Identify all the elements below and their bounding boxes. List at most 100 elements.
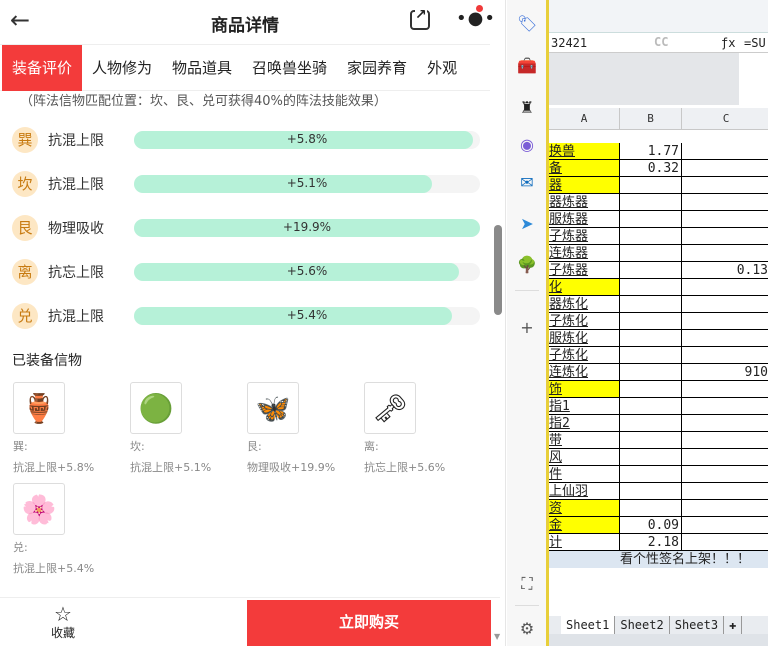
cell-a[interactable]: 器 <box>549 177 620 194</box>
item-image-icon[interactable]: 🏺 <box>13 382 65 434</box>
banner-cell[interactable]: 看个性签名上架！！！ <box>620 551 750 568</box>
cell-a[interactable]: 金 <box>549 517 620 534</box>
add-icon[interactable]: + <box>517 318 537 338</box>
cell-c[interactable] <box>682 279 768 296</box>
equipped-item[interactable]: 🗝 离: 抗忘上限+5.6% <box>364 382 474 475</box>
cell-c[interactable] <box>682 211 768 228</box>
item-image-icon[interactable]: 🌸 <box>13 483 65 535</box>
cell-c[interactable] <box>682 160 768 177</box>
send-icon[interactable]: ➤ <box>517 214 537 234</box>
cell-a[interactable]: 器炼器 <box>549 194 620 211</box>
cell-b[interactable] <box>620 381 682 398</box>
share-icon[interactable] <box>410 7 430 30</box>
cell-b[interactable] <box>620 228 682 245</box>
formula-bar[interactable]: 32421 CC ƒx =SU <box>549 33 768 53</box>
cell-b[interactable] <box>620 415 682 432</box>
cell-b[interactable] <box>620 466 682 483</box>
cell-a[interactable]: 子炼器 <box>549 228 620 245</box>
games-icon[interactable]: ♜ <box>517 98 537 118</box>
cell-a[interactable]: 连炼化 <box>549 364 620 381</box>
cell-b[interactable] <box>620 364 682 381</box>
more-icon[interactable]: •●• <box>456 8 496 29</box>
cell-b[interactable]: 2.18 <box>620 534 682 551</box>
cell-a[interactable]: 饰 <box>549 381 620 398</box>
equipped-item[interactable]: 🦋 艮: 物理吸收+19.9% <box>247 382 357 475</box>
cell-b[interactable] <box>620 347 682 364</box>
cell-a[interactable]: 器炼化 <box>549 296 620 313</box>
cell-b[interactable] <box>620 330 682 347</box>
cell-b[interactable] <box>620 211 682 228</box>
cell-a[interactable]: 子炼化 <box>549 313 620 330</box>
cell-b[interactable] <box>620 313 682 330</box>
cell-a[interactable]: 带 <box>549 432 620 449</box>
cell-c[interactable]: 0.13 <box>682 262 768 279</box>
tab-equipment-review[interactable]: 装备评价 <box>2 44 82 91</box>
cell-a[interactable]: 换兽 <box>549 143 620 160</box>
cell-b[interactable]: 0.32 <box>620 160 682 177</box>
cell-b[interactable] <box>620 500 682 517</box>
cell-b[interactable] <box>620 483 682 500</box>
tab-home[interactable]: 家园养育 <box>337 45 417 91</box>
column-header-b[interactable]: B <box>620 108 682 130</box>
cell-c[interactable] <box>682 534 768 551</box>
cell-c[interactable] <box>682 449 768 466</box>
insert-sheet-icon[interactable]: ✚ <box>724 616 743 634</box>
cell-b[interactable]: 0.09 <box>620 517 682 534</box>
settings-gear-icon[interactable]: ⚙ <box>517 619 537 639</box>
buy-now-button[interactable]: 立即购买 <box>247 600 491 646</box>
cell-b[interactable] <box>620 194 682 211</box>
cell-a[interactable]: 子炼化 <box>549 347 620 364</box>
cell-c[interactable] <box>682 177 768 194</box>
tree-icon[interactable]: 🌳 <box>517 255 537 275</box>
tab-appearance[interactable]: 外观 <box>417 45 467 91</box>
cell-c[interactable] <box>682 483 768 500</box>
equipped-item[interactable]: 🌸 兑: 抗混上限+5.4% <box>13 483 123 576</box>
cell-b[interactable] <box>620 279 682 296</box>
cell-a[interactable]: 子炼器 <box>549 262 620 279</box>
cell-a[interactable]: 化 <box>549 279 620 296</box>
cell-a[interactable]: 备 <box>549 160 620 177</box>
cell-c[interactable] <box>682 194 768 211</box>
cell-b[interactable] <box>620 262 682 279</box>
cell-b[interactable] <box>620 449 682 466</box>
cell-c[interactable] <box>682 245 768 262</box>
cell-b[interactable] <box>620 398 682 415</box>
equipped-item[interactable]: 🏺 巽: 抗混上限+5.8% <box>13 382 123 475</box>
cell-a[interactable]: 服炼化 <box>549 330 620 347</box>
cell-c[interactable] <box>682 330 768 347</box>
item-image-icon[interactable]: 🦋 <box>247 382 299 434</box>
column-header-c[interactable]: C <box>682 108 768 130</box>
toolbox-icon[interactable]: 🧰 <box>517 56 537 76</box>
cell-a[interactable]: 上仙羽 <box>549 483 620 500</box>
cell-c[interactable] <box>682 500 768 517</box>
cell-c[interactable] <box>682 381 768 398</box>
cell-c[interactable] <box>682 466 768 483</box>
cell-c[interactable] <box>682 313 768 330</box>
cell-b[interactable] <box>620 296 682 313</box>
name-box[interactable]: 32421 <box>551 36 587 50</box>
equipped-item[interactable]: 🟢 坎: 抗混上限+5.1% <box>130 382 240 475</box>
cell-a[interactable]: 指1 <box>549 398 620 415</box>
scrollbar-thumb[interactable] <box>494 225 502 315</box>
copilot-icon[interactable]: ◉ <box>517 135 537 155</box>
cell-a[interactable]: 件 <box>549 466 620 483</box>
cell-b[interactable]: 1.77 <box>620 143 682 160</box>
formula-value[interactable]: =SU <box>744 36 766 50</box>
cell-a[interactable]: 资 <box>549 500 620 517</box>
column-header-a[interactable]: A <box>549 108 620 130</box>
cell-c[interactable] <box>682 398 768 415</box>
screenshot-icon[interactable]: ⛶ <box>517 574 537 594</box>
item-image-icon[interactable]: 🟢 <box>130 382 182 434</box>
cell-b[interactable] <box>620 245 682 262</box>
cell-c[interactable] <box>682 347 768 364</box>
cell-a[interactable]: 计 <box>549 534 620 551</box>
cell-a[interactable]: 风 <box>549 449 620 466</box>
tab-summon-mount[interactable]: 召唤兽坐骑 <box>242 45 337 91</box>
sheet-tab-1[interactable]: Sheet1 <box>561 616 616 634</box>
cell-a[interactable]: 服炼器 <box>549 211 620 228</box>
tab-items[interactable]: 物品道具 <box>162 45 242 91</box>
cell-c[interactable] <box>682 296 768 313</box>
item-image-icon[interactable]: 🗝 <box>364 382 416 434</box>
cell-a[interactable]: 连炼器 <box>549 245 620 262</box>
cell-c[interactable]: 910 <box>682 364 768 381</box>
